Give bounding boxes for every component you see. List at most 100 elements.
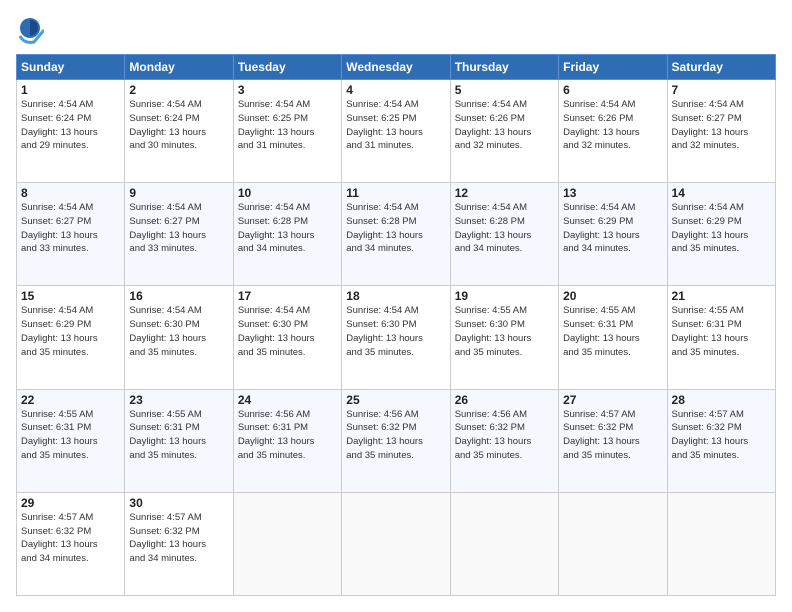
logo-icon bbox=[16, 16, 44, 44]
day-number: 17 bbox=[238, 289, 337, 303]
day-info: Sunrise: 4:54 AM Sunset: 6:24 PM Dayligh… bbox=[21, 98, 120, 153]
day-cell-27: 27Sunrise: 4:57 AM Sunset: 6:32 PM Dayli… bbox=[559, 389, 667, 492]
day-cell-7: 7Sunrise: 4:54 AM Sunset: 6:27 PM Daylig… bbox=[667, 80, 775, 183]
day-cell-12: 12Sunrise: 4:54 AM Sunset: 6:28 PM Dayli… bbox=[450, 183, 558, 286]
day-info: Sunrise: 4:57 AM Sunset: 6:32 PM Dayligh… bbox=[672, 408, 771, 463]
day-number: 15 bbox=[21, 289, 120, 303]
day-cell-25: 25Sunrise: 4:56 AM Sunset: 6:32 PM Dayli… bbox=[342, 389, 450, 492]
day-info: Sunrise: 4:54 AM Sunset: 6:27 PM Dayligh… bbox=[21, 201, 120, 256]
day-number: 19 bbox=[455, 289, 554, 303]
day-info: Sunrise: 4:54 AM Sunset: 6:28 PM Dayligh… bbox=[346, 201, 445, 256]
day-cell-29: 29Sunrise: 4:57 AM Sunset: 6:32 PM Dayli… bbox=[17, 492, 125, 595]
week-row-1: 1Sunrise: 4:54 AM Sunset: 6:24 PM Daylig… bbox=[17, 80, 776, 183]
day-info: Sunrise: 4:56 AM Sunset: 6:32 PM Dayligh… bbox=[346, 408, 445, 463]
day-info: Sunrise: 4:57 AM Sunset: 6:32 PM Dayligh… bbox=[129, 511, 228, 566]
day-cell-23: 23Sunrise: 4:55 AM Sunset: 6:31 PM Dayli… bbox=[125, 389, 233, 492]
day-number: 4 bbox=[346, 83, 445, 97]
day-number: 21 bbox=[672, 289, 771, 303]
week-row-4: 22Sunrise: 4:55 AM Sunset: 6:31 PM Dayli… bbox=[17, 389, 776, 492]
day-info: Sunrise: 4:57 AM Sunset: 6:32 PM Dayligh… bbox=[563, 408, 662, 463]
day-cell-30: 30Sunrise: 4:57 AM Sunset: 6:32 PM Dayli… bbox=[125, 492, 233, 595]
day-info: Sunrise: 4:57 AM Sunset: 6:32 PM Dayligh… bbox=[21, 511, 120, 566]
col-header-thursday: Thursday bbox=[450, 55, 558, 80]
day-info: Sunrise: 4:54 AM Sunset: 6:29 PM Dayligh… bbox=[21, 304, 120, 359]
empty-cell bbox=[450, 492, 558, 595]
calendar: SundayMondayTuesdayWednesdayThursdayFrid… bbox=[16, 54, 776, 596]
day-number: 25 bbox=[346, 393, 445, 407]
day-cell-5: 5Sunrise: 4:54 AM Sunset: 6:26 PM Daylig… bbox=[450, 80, 558, 183]
day-info: Sunrise: 4:54 AM Sunset: 6:29 PM Dayligh… bbox=[672, 201, 771, 256]
col-header-monday: Monday bbox=[125, 55, 233, 80]
day-info: Sunrise: 4:55 AM Sunset: 6:31 PM Dayligh… bbox=[563, 304, 662, 359]
day-number: 23 bbox=[129, 393, 228, 407]
day-cell-10: 10Sunrise: 4:54 AM Sunset: 6:28 PM Dayli… bbox=[233, 183, 341, 286]
week-row-3: 15Sunrise: 4:54 AM Sunset: 6:29 PM Dayli… bbox=[17, 286, 776, 389]
col-header-saturday: Saturday bbox=[667, 55, 775, 80]
day-info: Sunrise: 4:54 AM Sunset: 6:25 PM Dayligh… bbox=[346, 98, 445, 153]
day-number: 3 bbox=[238, 83, 337, 97]
day-cell-18: 18Sunrise: 4:54 AM Sunset: 6:30 PM Dayli… bbox=[342, 286, 450, 389]
empty-cell bbox=[559, 492, 667, 595]
day-number: 10 bbox=[238, 186, 337, 200]
day-number: 12 bbox=[455, 186, 554, 200]
day-number: 20 bbox=[563, 289, 662, 303]
day-cell-24: 24Sunrise: 4:56 AM Sunset: 6:31 PM Dayli… bbox=[233, 389, 341, 492]
day-number: 26 bbox=[455, 393, 554, 407]
week-row-5: 29Sunrise: 4:57 AM Sunset: 6:32 PM Dayli… bbox=[17, 492, 776, 595]
day-info: Sunrise: 4:56 AM Sunset: 6:31 PM Dayligh… bbox=[238, 408, 337, 463]
day-number: 22 bbox=[21, 393, 120, 407]
day-info: Sunrise: 4:54 AM Sunset: 6:26 PM Dayligh… bbox=[455, 98, 554, 153]
day-number: 5 bbox=[455, 83, 554, 97]
week-row-2: 8Sunrise: 4:54 AM Sunset: 6:27 PM Daylig… bbox=[17, 183, 776, 286]
col-header-tuesday: Tuesday bbox=[233, 55, 341, 80]
day-number: 30 bbox=[129, 496, 228, 510]
day-number: 29 bbox=[21, 496, 120, 510]
day-cell-19: 19Sunrise: 4:55 AM Sunset: 6:30 PM Dayli… bbox=[450, 286, 558, 389]
day-number: 28 bbox=[672, 393, 771, 407]
day-cell-13: 13Sunrise: 4:54 AM Sunset: 6:29 PM Dayli… bbox=[559, 183, 667, 286]
day-cell-20: 20Sunrise: 4:55 AM Sunset: 6:31 PM Dayli… bbox=[559, 286, 667, 389]
day-info: Sunrise: 4:54 AM Sunset: 6:30 PM Dayligh… bbox=[129, 304, 228, 359]
day-info: Sunrise: 4:54 AM Sunset: 6:27 PM Dayligh… bbox=[672, 98, 771, 153]
day-info: Sunrise: 4:54 AM Sunset: 6:26 PM Dayligh… bbox=[563, 98, 662, 153]
day-number: 27 bbox=[563, 393, 662, 407]
day-number: 24 bbox=[238, 393, 337, 407]
day-number: 11 bbox=[346, 186, 445, 200]
day-cell-26: 26Sunrise: 4:56 AM Sunset: 6:32 PM Dayli… bbox=[450, 389, 558, 492]
day-number: 1 bbox=[21, 83, 120, 97]
day-info: Sunrise: 4:54 AM Sunset: 6:25 PM Dayligh… bbox=[238, 98, 337, 153]
day-cell-3: 3Sunrise: 4:54 AM Sunset: 6:25 PM Daylig… bbox=[233, 80, 341, 183]
day-cell-28: 28Sunrise: 4:57 AM Sunset: 6:32 PM Dayli… bbox=[667, 389, 775, 492]
day-info: Sunrise: 4:55 AM Sunset: 6:31 PM Dayligh… bbox=[129, 408, 228, 463]
day-info: Sunrise: 4:55 AM Sunset: 6:31 PM Dayligh… bbox=[21, 408, 120, 463]
day-info: Sunrise: 4:54 AM Sunset: 6:27 PM Dayligh… bbox=[129, 201, 228, 256]
empty-cell bbox=[667, 492, 775, 595]
day-cell-14: 14Sunrise: 4:54 AM Sunset: 6:29 PM Dayli… bbox=[667, 183, 775, 286]
empty-cell bbox=[233, 492, 341, 595]
day-number: 8 bbox=[21, 186, 120, 200]
day-info: Sunrise: 4:55 AM Sunset: 6:30 PM Dayligh… bbox=[455, 304, 554, 359]
day-number: 18 bbox=[346, 289, 445, 303]
header bbox=[16, 16, 776, 44]
day-info: Sunrise: 4:56 AM Sunset: 6:32 PM Dayligh… bbox=[455, 408, 554, 463]
day-cell-17: 17Sunrise: 4:54 AM Sunset: 6:30 PM Dayli… bbox=[233, 286, 341, 389]
day-cell-21: 21Sunrise: 4:55 AM Sunset: 6:31 PM Dayli… bbox=[667, 286, 775, 389]
col-header-friday: Friday bbox=[559, 55, 667, 80]
day-info: Sunrise: 4:54 AM Sunset: 6:24 PM Dayligh… bbox=[129, 98, 228, 153]
day-number: 13 bbox=[563, 186, 662, 200]
day-number: 14 bbox=[672, 186, 771, 200]
page: SundayMondayTuesdayWednesdayThursdayFrid… bbox=[0, 0, 792, 612]
day-info: Sunrise: 4:55 AM Sunset: 6:31 PM Dayligh… bbox=[672, 304, 771, 359]
day-info: Sunrise: 4:54 AM Sunset: 6:30 PM Dayligh… bbox=[238, 304, 337, 359]
day-number: 6 bbox=[563, 83, 662, 97]
day-number: 16 bbox=[129, 289, 228, 303]
day-info: Sunrise: 4:54 AM Sunset: 6:29 PM Dayligh… bbox=[563, 201, 662, 256]
logo bbox=[16, 16, 48, 44]
day-cell-8: 8Sunrise: 4:54 AM Sunset: 6:27 PM Daylig… bbox=[17, 183, 125, 286]
day-info: Sunrise: 4:54 AM Sunset: 6:30 PM Dayligh… bbox=[346, 304, 445, 359]
day-info: Sunrise: 4:54 AM Sunset: 6:28 PM Dayligh… bbox=[455, 201, 554, 256]
day-cell-9: 9Sunrise: 4:54 AM Sunset: 6:27 PM Daylig… bbox=[125, 183, 233, 286]
day-number: 2 bbox=[129, 83, 228, 97]
header-row: SundayMondayTuesdayWednesdayThursdayFrid… bbox=[17, 55, 776, 80]
day-number: 7 bbox=[672, 83, 771, 97]
